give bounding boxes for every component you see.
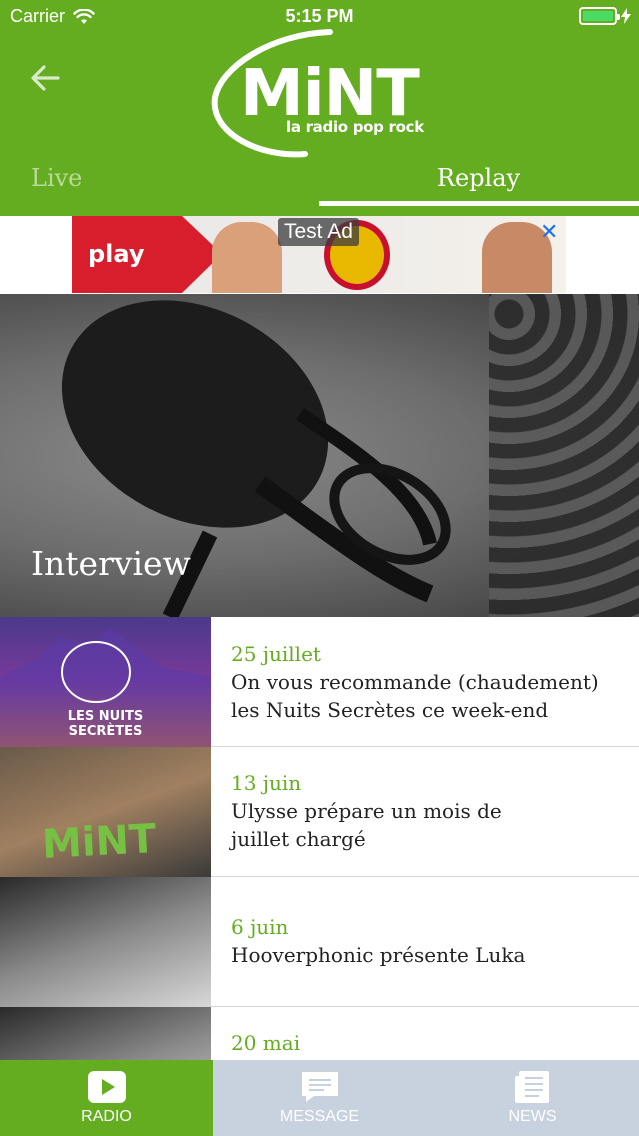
tab-news[interactable]: NEWS xyxy=(426,1060,639,1136)
back-arrow-icon[interactable] xyxy=(26,58,66,98)
article-thumbnail xyxy=(0,877,211,1007)
tab-radio[interactable]: RADIO xyxy=(0,1060,213,1136)
article-title: On vous recommande (chaudement) les Nuit… xyxy=(231,670,599,722)
battery-icon xyxy=(579,7,620,25)
thumbnail-label: MiNT xyxy=(40,816,158,868)
mint-logo: MiNT la radio pop rock xyxy=(210,28,440,160)
tab-message-label: MESSAGE xyxy=(279,1108,360,1125)
play-icon xyxy=(87,1071,126,1103)
tab-replay[interactable]: Replay xyxy=(319,160,638,216)
article-date: 25 juillet xyxy=(231,642,321,666)
close-icon[interactable]: ✕ xyxy=(540,220,558,245)
status-time: 5:15 PM xyxy=(285,6,354,26)
list-item[interactable]: 20 mai xyxy=(0,1007,639,1060)
message-icon xyxy=(301,1072,338,1102)
article-date: 20 mai xyxy=(231,1031,301,1055)
news-icon xyxy=(514,1071,549,1103)
tab-radio-label: RADIO xyxy=(81,1108,132,1125)
ad-label: Test Ad xyxy=(278,218,359,246)
ad-creative-text: play xyxy=(88,240,145,268)
list-item[interactable]: 6 juin Hooverphonic présente Luka xyxy=(0,877,639,1007)
article-date: 6 juin xyxy=(231,915,289,939)
thumbnail-label: LES NUITS SECRÈTES xyxy=(67,709,144,739)
article-title: Hooverphonic présente Luka xyxy=(231,943,526,967)
list-item[interactable]: MiNT 13 juin Ulysse prépare un mois de j… xyxy=(0,747,639,877)
hero-foam xyxy=(489,294,639,617)
segment-tabs: Live Replay xyxy=(0,160,639,216)
list-item[interactable]: LES NUITS SECRÈTES 25 juillet On vous re… xyxy=(0,617,639,747)
article-list: LES NUITS SECRÈTES 25 juillet On vous re… xyxy=(0,617,639,1060)
tab-indicator xyxy=(319,201,639,206)
bottom-tab-bar: RADIO MESSAGE NEWS xyxy=(0,1060,639,1136)
charging-icon xyxy=(621,8,631,24)
tab-message[interactable]: MESSAGE xyxy=(213,1060,426,1136)
ad-image xyxy=(212,222,282,293)
article-thumbnail xyxy=(0,1007,211,1060)
article-date: 13 juin xyxy=(231,771,302,795)
app-header: Carrier 5:15 PM MiNT la radio pop rock L… xyxy=(0,0,639,216)
logo-tagline: la radio pop rock xyxy=(286,118,424,136)
hero-title: Interview xyxy=(31,544,191,583)
article-thumbnail: LES NUITS SECRÈTES xyxy=(0,617,211,747)
tab-live[interactable]: Live xyxy=(0,160,319,216)
article-thumbnail: MiNT xyxy=(0,747,211,877)
tab-news-label: NEWS xyxy=(508,1108,557,1125)
article-title: Ulysse prépare un mois de juillet chargé xyxy=(231,799,502,851)
hero-card[interactable]: Interview xyxy=(0,294,639,617)
logo-wordmark: MiNT xyxy=(240,57,420,131)
